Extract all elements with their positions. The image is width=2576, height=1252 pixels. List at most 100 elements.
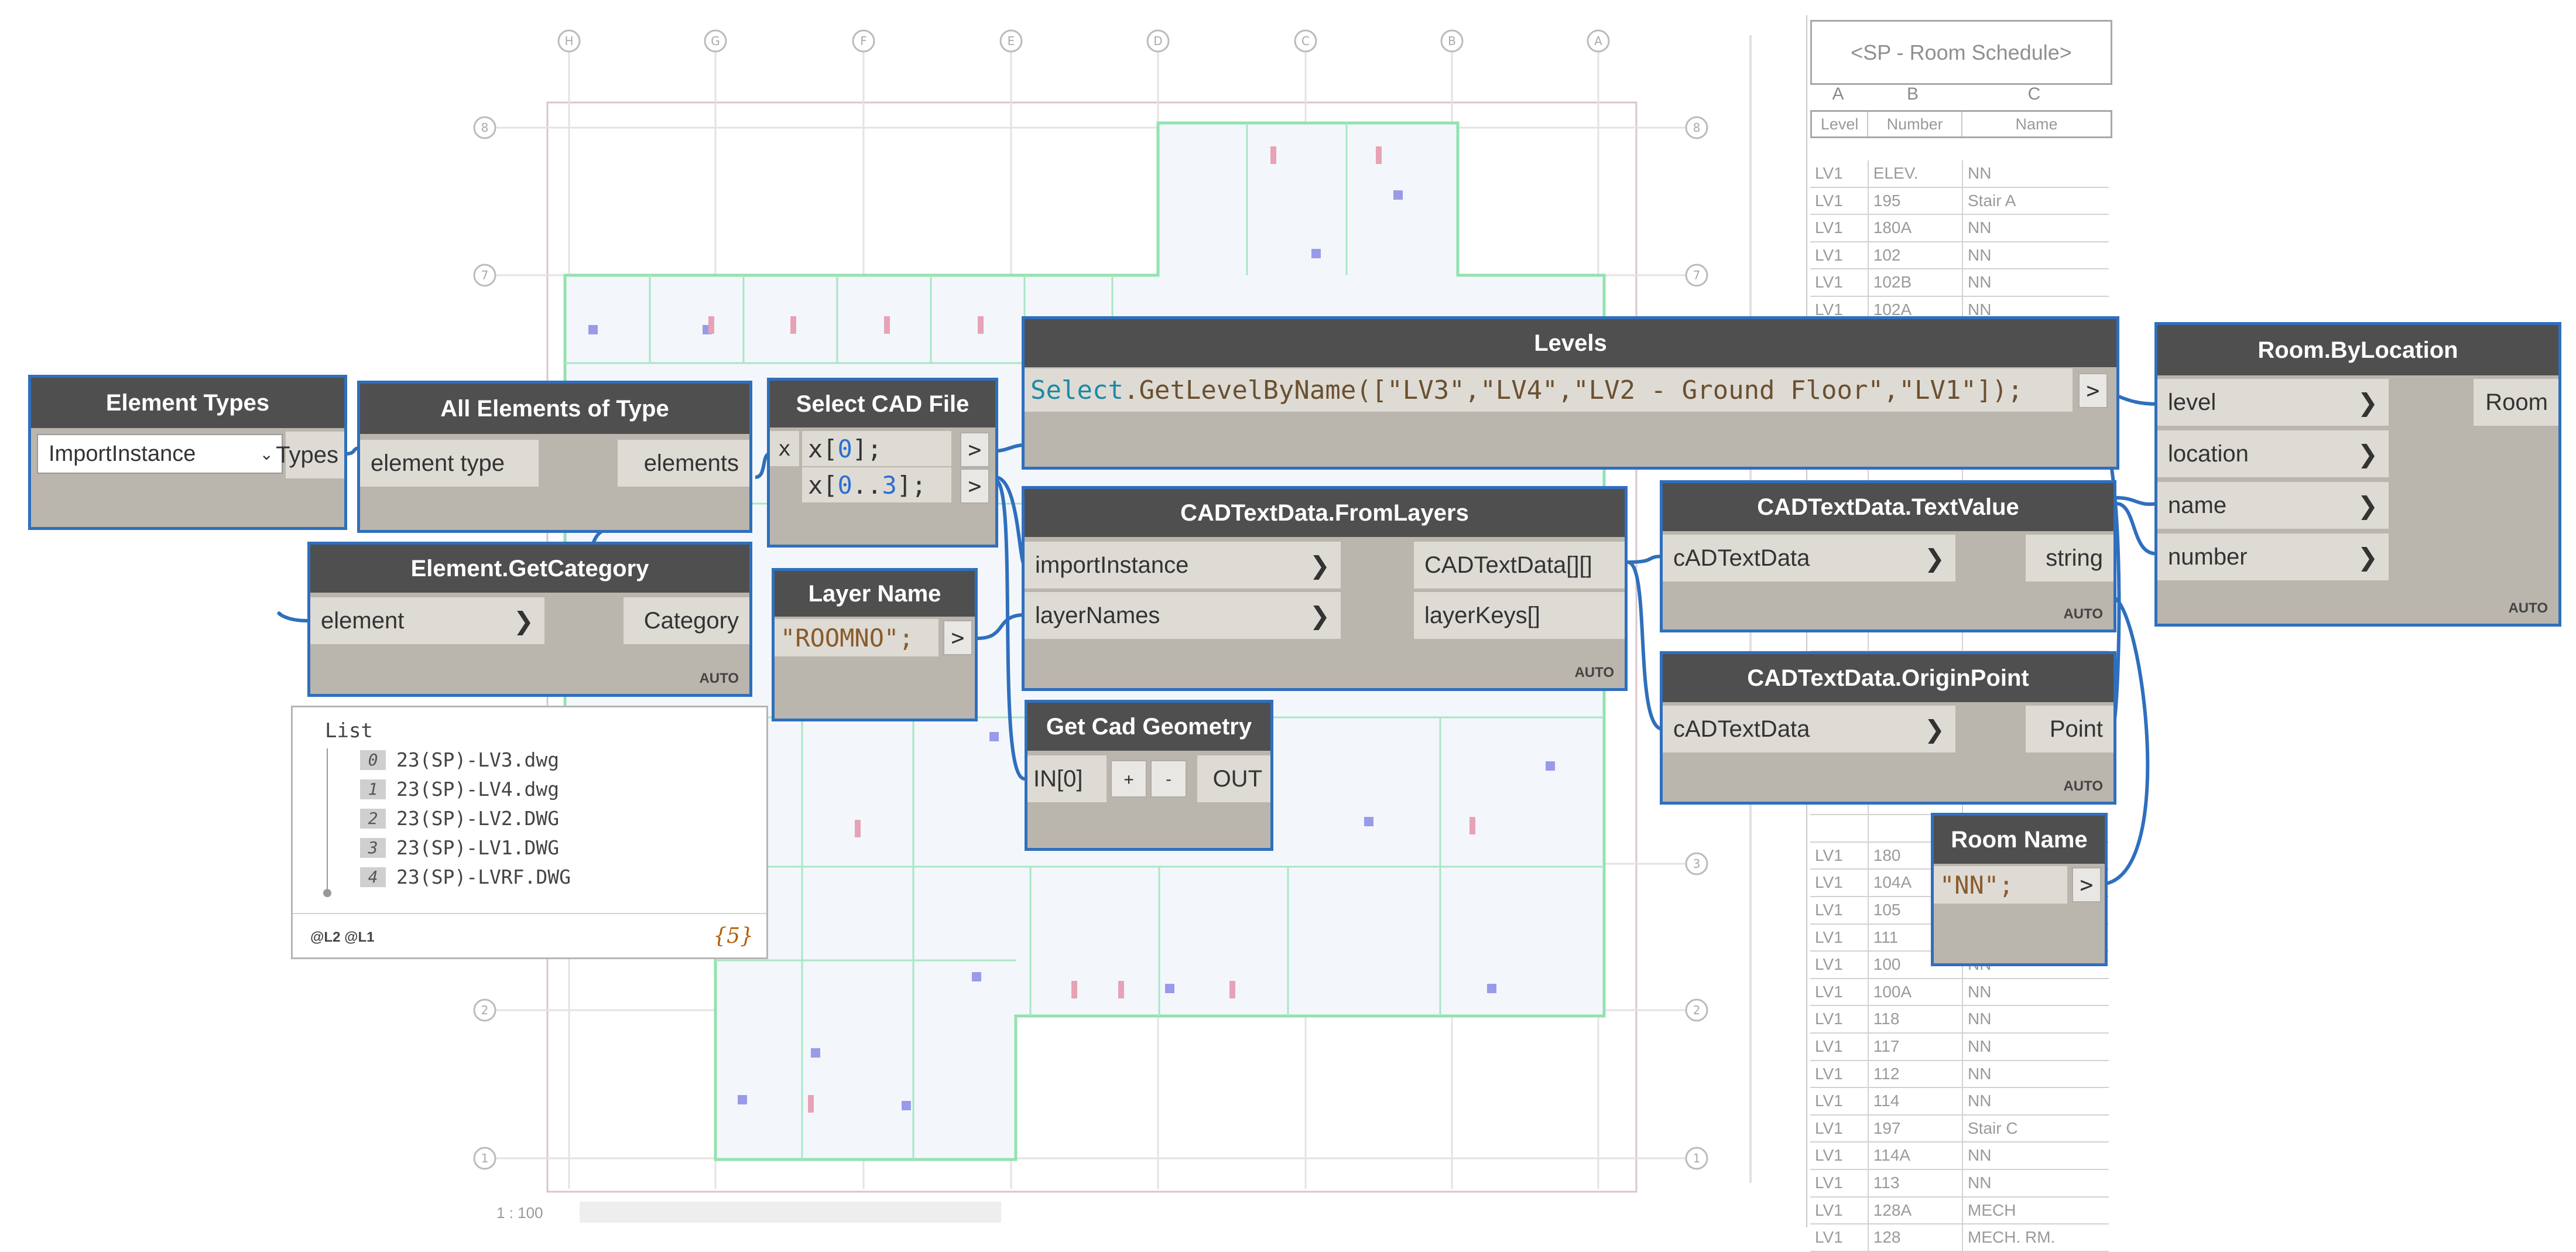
output-category[interactable]: Category — [624, 597, 749, 644]
list-item[interactable]: 0 23(SP)-LV3.dwg — [360, 748, 559, 771]
node-title: Get Cad Geometry — [1027, 703, 1270, 751]
node-cadtextdata-originpoint[interactable]: CADTextData.OriginPoint cADTextData ❯ Poi… — [1660, 651, 2116, 805]
output-types[interactable]: Types — [276, 432, 344, 478]
remove-input-button[interactable]: - — [1150, 760, 1187, 798]
node-room-name[interactable]: Room Name "NN"; > — [1931, 813, 2108, 966]
input-name[interactable]: name ❯ — [2157, 482, 2389, 529]
chevron-right-icon: ❯ — [1309, 601, 1330, 630]
node-element-types[interactable]: Element Types ImportInstance ⌄ Types — [28, 375, 347, 530]
list-value: 23(SP)-LV2.DWG — [396, 807, 560, 830]
list-header: List — [325, 719, 373, 743]
node-title: Layer Name — [775, 571, 975, 617]
input-cadtextdata[interactable]: cADTextData ❯ — [1663, 535, 1955, 581]
input-in0[interactable]: IN[0] — [1027, 755, 1107, 802]
node-title: Levels — [1025, 319, 2116, 367]
node-title: CADTextData.TextValue — [1663, 483, 2113, 531]
node-cadtextdata-fromlayers[interactable]: CADTextData.FromLayers importInstance ❯ l… — [1022, 486, 1628, 691]
input-importinstance[interactable]: importInstance ❯ — [1025, 542, 1341, 589]
input-x[interactable]: x — [770, 431, 799, 466]
port-label: number — [2168, 543, 2248, 570]
tree-line — [327, 748, 328, 892]
list-item[interactable]: 2 23(SP)-LV2.DWG — [360, 807, 559, 830]
list-value: 23(SP)-LV4.dwg — [396, 778, 560, 801]
chevron-right-icon: ❯ — [2357, 388, 2378, 417]
output-layerkeys[interactable]: layerKeys[] — [1414, 592, 1625, 639]
output-room[interactable]: Room — [2474, 379, 2558, 426]
port-label: cADTextData — [1673, 716, 1810, 742]
layer-name-code[interactable]: "ROOMNO"; — [775, 619, 938, 656]
lacing-auto[interactable]: AUTO — [2508, 600, 2548, 617]
list-value: 23(SP)-LV3.dwg — [396, 748, 560, 771]
chevron-right-icon: ❯ — [2357, 491, 2378, 520]
port-label: element — [321, 607, 405, 634]
input-cadtextdata[interactable]: cADTextData ❯ — [1663, 706, 1955, 752]
node-room-by-location[interactable]: Room.ByLocation level ❯ location ❯ name ❯ n… — [2154, 322, 2561, 627]
node-title: Room Name — [1934, 816, 2105, 864]
watch-footer: @L2 @L1 {5} — [293, 913, 766, 957]
node-select-cad-file[interactable]: Select CAD File x x[0]; x[0.. 3]; > > — [767, 378, 998, 548]
list-preview-watch[interactable]: List 0 23(SP)-LV3.dwg 1 23(SP)-LV4.dwg 2 23… — [291, 706, 768, 959]
list-value: 23(SP)-LV1.DWG — [396, 836, 560, 859]
list-index: 4 — [360, 867, 386, 887]
list-item[interactable]: 1 23(SP)-LV4.dwg — [360, 778, 559, 801]
node-levels[interactable]: Levels Select .GetLevelByName(["LV3","LV4… — [1022, 316, 2119, 470]
list-item[interactable]: 3 23(SP)-LV1.DWG — [360, 836, 559, 859]
code-string: "ROOMNO"; — [780, 623, 914, 652]
input-level[interactable]: level ❯ — [2157, 379, 2389, 426]
lacing-auto[interactable]: AUTO — [1574, 665, 1614, 681]
chevron-right-icon: ❯ — [2357, 439, 2378, 468]
input-element[interactable]: element ❯ — [310, 597, 544, 644]
lacing-auto[interactable]: AUTO — [2063, 778, 2103, 795]
input-layernames[interactable]: layerNames ❯ — [1025, 592, 1341, 639]
schedule-row[interactable]: LV1 128 MECH. RM. — [1810, 1224, 2109, 1252]
element-types-dropdown[interactable]: ImportInstance ⌄ — [37, 434, 283, 474]
output-elements[interactable]: elements — [618, 440, 749, 487]
output-1-port[interactable]: > — [960, 432, 989, 467]
cell-level: LV1 — [1810, 1224, 1869, 1251]
chevron-right-icon: ❯ — [1924, 714, 1945, 744]
node-title: CADTextData.FromLayers — [1025, 489, 1625, 537]
input-element-type[interactable]: element type — [360, 440, 539, 487]
node-element-get-category[interactable]: Element.GetCategory element ❯ Category AU… — [307, 542, 752, 697]
output-out[interactable]: OUT — [1197, 755, 1270, 802]
list-index: 3 — [360, 837, 386, 858]
add-input-button[interactable]: + — [1111, 760, 1147, 798]
node-title: Select CAD File — [770, 381, 995, 427]
node-get-cad-geometry[interactable]: Get Cad Geometry IN[0] + - OUT — [1025, 700, 1273, 851]
port-label: location — [2168, 440, 2249, 467]
chevron-right-icon: ❯ — [1924, 543, 1945, 573]
code-line-2[interactable]: x[0.. 3]; — [802, 467, 951, 502]
port-label: importInstance — [1035, 552, 1189, 578]
output-cadtextdata[interactable]: CADTextData[][] — [1414, 542, 1625, 589]
dropdown-value: ImportInstance — [49, 441, 196, 466]
code-string: "NN"; — [1940, 870, 2014, 899]
node-layer-name[interactable]: Layer Name "ROOMNO"; > — [772, 568, 978, 721]
code-keyword: Select — [1030, 375, 1123, 405]
port-label: cADTextData — [1673, 545, 1810, 571]
node-all-elements-of-type[interactable]: All Elements of Type element type elemen… — [357, 381, 752, 533]
output-point[interactable]: Point — [2026, 706, 2113, 752]
chevron-down-icon: ⌄ — [259, 444, 273, 463]
levels-code[interactable]: Select .GetLevelByName(["LV3","LV4","LV2 … — [1025, 368, 2073, 412]
list-levels[interactable]: @L2 @L1 — [310, 929, 375, 946]
list-item[interactable]: 4 23(SP)-LVRF.DWG — [360, 866, 571, 888]
list-index: 1 — [360, 779, 386, 799]
output-port[interactable]: > — [2078, 373, 2108, 408]
node-title: All Elements of Type — [360, 384, 749, 434]
code-call: .GetLevelByName(["LV3","LV4","LV2 - Grou… — [1123, 375, 2023, 405]
output-2-port[interactable]: > — [960, 468, 989, 504]
chevron-right-icon: ❯ — [513, 606, 534, 635]
node-title: Element.GetCategory — [310, 545, 749, 593]
output-string[interactable]: string — [2026, 535, 2113, 581]
output-port[interactable]: > — [2072, 867, 2101, 902]
lacing-auto[interactable]: AUTO — [2063, 606, 2103, 622]
port-label: layerNames — [1035, 602, 1160, 628]
output-port[interactable]: > — [943, 620, 972, 655]
cell-name: MECH. RM. — [1968, 1228, 2056, 1247]
code-line-1[interactable]: x[0]; — [802, 431, 951, 466]
input-location[interactable]: location ❯ — [2157, 430, 2389, 477]
node-cadtextdata-textvalue[interactable]: CADTextData.TextValue cADTextData ❯ strin… — [1660, 480, 2116, 632]
input-number[interactable]: number ❯ — [2157, 533, 2389, 580]
room-name-code[interactable]: "NN"; — [1934, 866, 2067, 904]
lacing-auto[interactable]: AUTO — [699, 671, 739, 687]
